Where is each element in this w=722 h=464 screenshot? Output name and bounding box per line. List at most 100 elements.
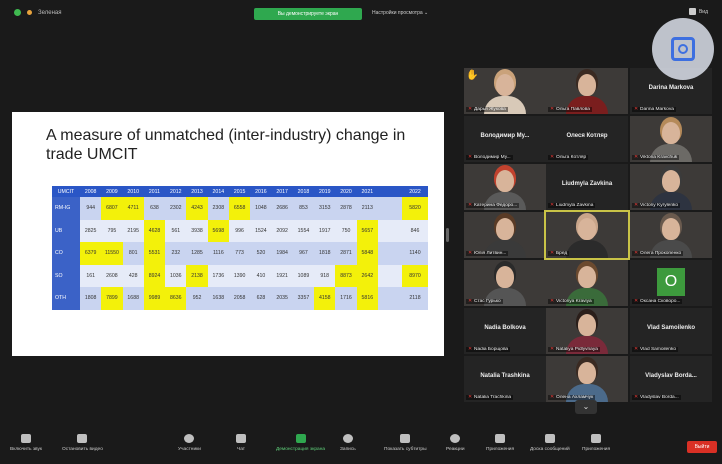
mic-muted-icon: ✕ <box>550 251 555 256</box>
participant-video-face <box>662 122 680 144</box>
toolbar-button-label: Демонстрация экрана <box>276 447 326 452</box>
table-cell: 5848 <box>356 242 378 265</box>
participant-tile[interactable]: ✕ Бред <box>544 210 630 260</box>
participant-tile[interactable]: Liudmyla Zavkina ✕ Liudmyla Zavkina <box>546 164 628 210</box>
table-row: UB 2825 795 2195 4628 561 3938 5698 996 1524 2092 1… <box>52 219 428 242</box>
notes-icon <box>591 434 602 443</box>
screen-share-banner[interactable]: Вы демонстрируете экран <box>254 8 362 20</box>
mic-off-icon <box>21 434 31 443</box>
table-cell: 7899 <box>101 287 123 310</box>
toolbar-button-participants[interactable]: Участники <box>178 434 201 452</box>
mic-muted-icon: ✕ <box>550 347 555 352</box>
table-cell: 2608 <box>101 264 123 287</box>
table-header-cell: 2018 <box>292 186 315 197</box>
camera-lens-icon <box>678 44 688 54</box>
shared-screen-slide: A measure of unmatched (inter-industry) … <box>12 112 444 356</box>
table-header-cell: 2008 <box>80 186 102 197</box>
toolbar-button-captions[interactable]: Показать субтитры <box>384 434 427 452</box>
participant-tile[interactable]: ✕ Катерина Федоро... <box>464 164 546 210</box>
table-cell: 918 <box>314 264 336 287</box>
participant-caption: ✕ Nataliya Pidlyvnaya <box>548 347 600 352</box>
view-options-menu[interactable]: Настройки просмотра ⌄ <box>372 10 428 16</box>
participant-tile[interactable]: ✕ Ольга Павлова <box>546 68 628 114</box>
table-cell: 9989 <box>143 287 166 310</box>
table-cell: 1736 <box>207 264 229 287</box>
secure-icon <box>14 9 21 16</box>
participant-tile[interactable]: ✕ Юлія Литвин... <box>464 212 546 258</box>
participant-tile[interactable]: Vlad Samoilenko ✕ Vlad Samoilenko <box>630 308 712 354</box>
toolbar-button-notes[interactable]: Приложения <box>582 434 610 452</box>
table-cell: 1917 <box>314 219 336 242</box>
table-cell: 2825 <box>80 219 102 242</box>
table-cell: 1808 <box>80 287 102 310</box>
participant-tile[interactable]: ✕ Олена Ахламчук <box>546 356 628 402</box>
participant-tile[interactable]: ✕ Стас Гурько <box>464 260 546 306</box>
toolbar-button-video[interactable]: Остановить видео <box>62 434 103 452</box>
participant-tile[interactable]: Олеся Котляр ✕ Ольга Котляр <box>546 116 628 162</box>
participant-tile[interactable]: Vladyslav Borda... ✕ Vladyslav Borda... <box>630 356 712 402</box>
participant-caption-name: Ольга Павлова <box>556 107 590 112</box>
toolbar-button-record[interactable]: Запись <box>340 434 356 452</box>
table-cell: 8924 <box>143 264 166 287</box>
mic-muted-icon: ✕ <box>634 107 639 112</box>
view-toggle[interactable]: Вид <box>688 8 708 15</box>
table-cell: 628 <box>250 287 272 310</box>
table-cell: 1036 <box>165 264 187 287</box>
table-cell: 6807 <box>101 197 123 220</box>
table-cell: 944 <box>80 197 102 220</box>
participant-tile[interactable]: Natalia Trashkina ✕ Natalia Trachkina <box>464 356 546 402</box>
participant-tile[interactable]: O ✕ Оксана Сковоро... <box>630 260 712 306</box>
participant-caption: ✕ Liudmyla Zavkina <box>548 203 596 208</box>
participant-caption: ✕ Nadia Борщова <box>466 347 511 352</box>
participant-tile[interactable]: ✕ Олега Прокопенко <box>630 212 712 258</box>
participant-caption-name: Ольга Котляр <box>556 155 587 160</box>
table-cell: 846 <box>402 219 428 242</box>
panel-resize-handle[interactable] <box>446 228 449 242</box>
participant-tile[interactable]: ✕ Victoriy Kyrylenko <box>630 164 712 210</box>
table-body: RM-IG 944 6807 4711 638 2302 4243 2308 6558 1048 2… <box>52 197 428 310</box>
gallery-scroll-down-button[interactable]: ⌄ <box>575 400 597 414</box>
participant-tile[interactable]: ✕ Viktoria Kravchuk <box>630 116 712 162</box>
table-cell: 853 <box>292 197 315 220</box>
participant-tile[interactable]: ✕ Nataliya Pidlyvnaya <box>546 308 628 354</box>
raised-hand-icon: ✋ <box>466 70 479 81</box>
table-cell: 8873 <box>335 264 357 287</box>
table-cell: 2138 <box>186 264 208 287</box>
participant-caption-name: Vlad Samoilenko <box>640 347 677 352</box>
table-cell: 638 <box>143 197 166 220</box>
mic-muted-icon: ✕ <box>550 299 555 304</box>
toolbar-button-mic-off[interactable]: Включить звук <box>10 434 42 452</box>
participant-caption: ✕ Стас Гурько <box>466 299 503 304</box>
toolbar-button-share-screen[interactable]: Демонстрация экрана <box>276 434 325 452</box>
mic-muted-icon: ✕ <box>550 155 555 160</box>
mic-muted-icon: ✕ <box>468 251 473 256</box>
leave-button[interactable]: Выйти <box>687 441 717 453</box>
view-label: Вид <box>698 8 708 15</box>
participant-tile[interactable]: Nadia Bolkova ✕ Nadia Борщова <box>464 308 546 354</box>
table-cell: 996 <box>228 219 251 242</box>
table-cell: 4243 <box>186 197 208 220</box>
participant-tile[interactable]: Володимир Му... ✕ Володимир Му... <box>464 116 546 162</box>
participant-tile[interactable]: ✕ Victoriya Kraviya <box>546 260 628 306</box>
table-header-cell: 2009 <box>101 186 123 197</box>
participant-caption: ✕ Natalia Trachkina <box>466 395 514 400</box>
toolbar-button-apps[interactable]: Приложения <box>486 434 514 452</box>
participant-name-center: Володимир Му... <box>480 133 530 139</box>
participant-caption-name: Nadia Борщова <box>474 347 509 352</box>
table-cell: 2302 <box>165 197 187 220</box>
participant-caption: ✕ Vlad Samoilenko <box>632 347 679 352</box>
table-header-cell: UMCIT <box>52 186 80 197</box>
table-header-cell: 2017 <box>271 186 293 197</box>
apps-icon <box>495 434 506 443</box>
window-title-area: Зеленая <box>14 9 62 16</box>
table-header-cell: 2010 <box>122 186 144 197</box>
toolbar-button-chat[interactable]: Чат <box>236 434 246 452</box>
toolbar-button-whiteboard[interactable]: Доска сообщений <box>530 434 570 452</box>
toolbar-button-reactions[interactable]: Реакции <box>446 434 465 452</box>
slide-title: A measure of unmatched (inter-industry) … <box>46 127 406 163</box>
table-cell: 5657 <box>356 219 378 242</box>
camera-switch-button[interactable] <box>652 18 714 80</box>
table-header-cell <box>378 186 402 197</box>
table-cell: 2113 <box>356 197 378 220</box>
table-cell: 8970 <box>402 264 428 287</box>
